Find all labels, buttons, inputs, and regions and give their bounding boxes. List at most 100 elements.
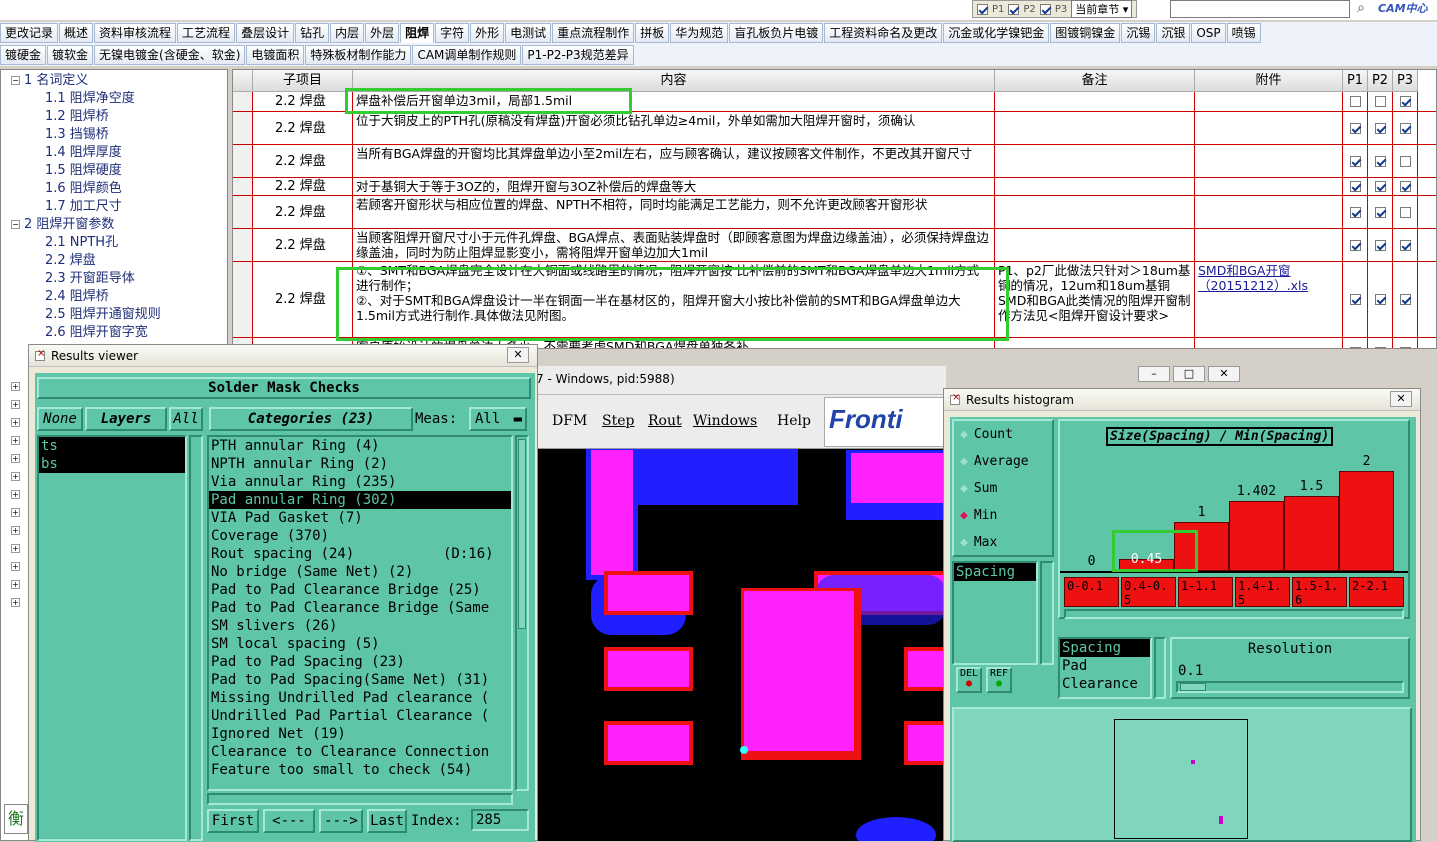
size-scrollbar[interactable] bbox=[1040, 561, 1054, 665]
p3-checkbox[interactable] bbox=[1399, 96, 1411, 107]
cell-attach[interactable] bbox=[1195, 92, 1343, 111]
p3-checkbox[interactable] bbox=[1399, 239, 1411, 251]
category-item[interactable]: Rout spacing (24) (D:16) bbox=[209, 545, 511, 563]
histogram-bar[interactable] bbox=[1284, 496, 1339, 571]
cell-attach[interactable] bbox=[1195, 145, 1343, 177]
menu-help[interactable]: Help bbox=[777, 413, 811, 429]
category-item[interactable]: Pad to Pad Spacing (23) bbox=[209, 653, 511, 671]
tab-tabs_row2-1[interactable]: 镀软金 bbox=[47, 45, 94, 65]
search-icon[interactable]: ⌕ bbox=[1350, 0, 1372, 18]
expand-icon[interactable]: + bbox=[11, 526, 20, 535]
size-list[interactable]: Spacing bbox=[952, 561, 1038, 665]
p1-checkbox[interactable] bbox=[1349, 155, 1361, 167]
category-item[interactable]: Undrilled Pad Partial Clearance ( bbox=[209, 707, 511, 725]
expand-icon[interactable]: + bbox=[11, 382, 20, 391]
category-item[interactable]: Coverage (370) bbox=[209, 527, 511, 545]
layers-button[interactable]: Layers bbox=[85, 407, 167, 431]
first-button[interactable]: First bbox=[207, 809, 259, 833]
col-header-note[interactable]: 备注 bbox=[995, 70, 1195, 92]
layer-item[interactable]: bs bbox=[39, 455, 185, 473]
tree-collapsed-node[interactable]: + bbox=[11, 432, 24, 450]
category-item[interactable]: Clearance to Clearance Connection bbox=[209, 743, 511, 761]
expand-icon[interactable]: + bbox=[11, 472, 20, 481]
tree-collapsed-node[interactable]: + bbox=[11, 540, 24, 558]
tab-tabs_row2-4[interactable]: 特殊板材制作能力 bbox=[305, 45, 412, 65]
maximize-icon[interactable]: □ bbox=[1173, 366, 1205, 382]
tree-node-sec2[interactable]: −2 阻焊开窗参数 bbox=[11, 216, 114, 234]
tab-tabs_row2-2[interactable]: 无镍电镀金(含硬金、软金) bbox=[94, 45, 246, 65]
mode-radio-min[interactable]: ◆ Min bbox=[960, 508, 997, 523]
p2-checkbox[interactable] bbox=[1374, 239, 1386, 251]
expand-icon[interactable]: + bbox=[11, 508, 20, 517]
next-button[interactable]: ---> bbox=[319, 809, 363, 833]
expand-icon[interactable]: + bbox=[11, 418, 20, 427]
cell-attach[interactable]: SMD和BGA开窗（20151212）.xls bbox=[1195, 262, 1343, 337]
category-item[interactable]: Via annular Ring (235) bbox=[209, 473, 511, 491]
tree-collapsed-node[interactable]: + bbox=[11, 522, 24, 540]
tab-tabs_row2-5[interactable]: CAM调单制作规则 bbox=[412, 45, 522, 65]
col-header-subitem[interactable]: 子项目 bbox=[253, 70, 353, 92]
expand-icon[interactable]: + bbox=[11, 436, 20, 445]
type-item[interactable]: Clearance bbox=[1060, 675, 1150, 693]
radio-diamond-icon[interactable]: ◆ bbox=[960, 481, 968, 496]
tab-tabs_row1-7[interactable]: 外层 bbox=[365, 23, 400, 43]
close-icon[interactable]: ✕ bbox=[507, 347, 529, 363]
histogram-bar[interactable] bbox=[1339, 470, 1394, 571]
category-item[interactable]: SM slivers (26) bbox=[209, 617, 511, 635]
col-header-content[interactable]: 内容 bbox=[353, 70, 995, 92]
layer-item[interactable]: ts bbox=[39, 437, 185, 455]
categories-hscrollbar[interactable] bbox=[207, 793, 513, 805]
category-item[interactable]: Pad to Pad Clearance Bridge (Same bbox=[209, 599, 511, 617]
tree-item[interactable]: 1.1 阻焊净空度 bbox=[45, 90, 135, 108]
expand-icon[interactable]: + bbox=[11, 562, 20, 571]
layers-scrollbar[interactable] bbox=[189, 435, 203, 841]
type-item[interactable]: Pad bbox=[1060, 657, 1150, 675]
menu-dfm[interactable]: DFM bbox=[552, 413, 587, 429]
tab-tabs_row1-18[interactable]: 图镀铜镍金 bbox=[1050, 23, 1121, 43]
tab-tabs_row1-4[interactable]: 叠层设计 bbox=[236, 23, 295, 43]
tab-tabs_row2-6[interactable]: P1-P2-P3规范差异 bbox=[522, 45, 634, 65]
tree-collapsed-node[interactable]: + bbox=[11, 414, 24, 432]
expand-icon[interactable]: + bbox=[11, 544, 20, 553]
mode-radio-max[interactable]: ◆ Max bbox=[960, 535, 997, 550]
tab-tabs_row1-14[interactable]: 华为规范 bbox=[670, 23, 729, 43]
close-icon[interactable]: ✕ bbox=[1208, 366, 1240, 382]
tree-collapsed-node[interactable]: + bbox=[11, 576, 24, 594]
categories-button[interactable]: Categories (23) bbox=[209, 407, 413, 431]
p1-filter-checkbox[interactable] bbox=[977, 3, 988, 15]
last-button[interactable]: Last bbox=[367, 809, 407, 833]
p1-checkbox[interactable] bbox=[1349, 206, 1361, 218]
mode-radio-count[interactable]: ◆ Count bbox=[960, 427, 1013, 442]
p2-checkbox[interactable] bbox=[1374, 206, 1386, 218]
category-item[interactable]: Pad annular Ring (302) bbox=[209, 491, 511, 509]
type-item[interactable]: Spacing bbox=[1060, 639, 1150, 657]
tab-tabs_row1-10[interactable]: 外形 bbox=[470, 23, 505, 43]
tab-tabs_row2-3[interactable]: 电镀面积 bbox=[246, 45, 305, 65]
p3-checkbox[interactable] bbox=[1399, 347, 1411, 348]
expand-icon[interactable]: + bbox=[11, 598, 20, 607]
minimize-icon[interactable]: – bbox=[1138, 366, 1170, 382]
tree-item[interactable]: 2.2 焊盘 bbox=[45, 252, 96, 270]
col-header-p3[interactable]: P3 bbox=[1393, 70, 1418, 92]
layers-list[interactable]: ts bs bbox=[37, 435, 187, 841]
category-item[interactable]: SM local spacing (5) bbox=[209, 635, 511, 653]
p2-checkbox[interactable] bbox=[1374, 155, 1386, 167]
index-input[interactable]: 285 bbox=[471, 809, 529, 831]
category-item[interactable]: PTH annular Ring (4) bbox=[209, 437, 511, 455]
cell-attach[interactable] bbox=[1195, 178, 1343, 195]
categories-list[interactable]: PTH annular Ring (4) NPTH annular Ring (2… bbox=[207, 435, 513, 791]
cell-attach[interactable] bbox=[1195, 229, 1343, 261]
category-item[interactable]: No bridge (Same Net) (2) bbox=[209, 563, 511, 581]
tree-collapsed-node[interactable]: + bbox=[11, 504, 24, 522]
tree-node-sec1[interactable]: −1 名词定义 bbox=[11, 72, 88, 90]
p3-checkbox[interactable] bbox=[1399, 206, 1411, 218]
all-button[interactable]: All bbox=[169, 407, 203, 431]
tree-collapsed-node[interactable]: + bbox=[11, 594, 24, 612]
p2-checkbox[interactable] bbox=[1374, 347, 1386, 348]
tab-tabs_row2-0[interactable]: 镀硬金 bbox=[0, 45, 47, 65]
prev-button[interactable]: <--- bbox=[263, 809, 315, 833]
category-item[interactable]: Feature too small to check (54) bbox=[209, 761, 511, 779]
col-header-attach[interactable]: 附件 bbox=[1195, 70, 1343, 92]
tab-tabs_row1-3[interactable]: 工艺流程 bbox=[177, 23, 236, 43]
category-item[interactable]: Ignored Net (19) bbox=[209, 725, 511, 743]
